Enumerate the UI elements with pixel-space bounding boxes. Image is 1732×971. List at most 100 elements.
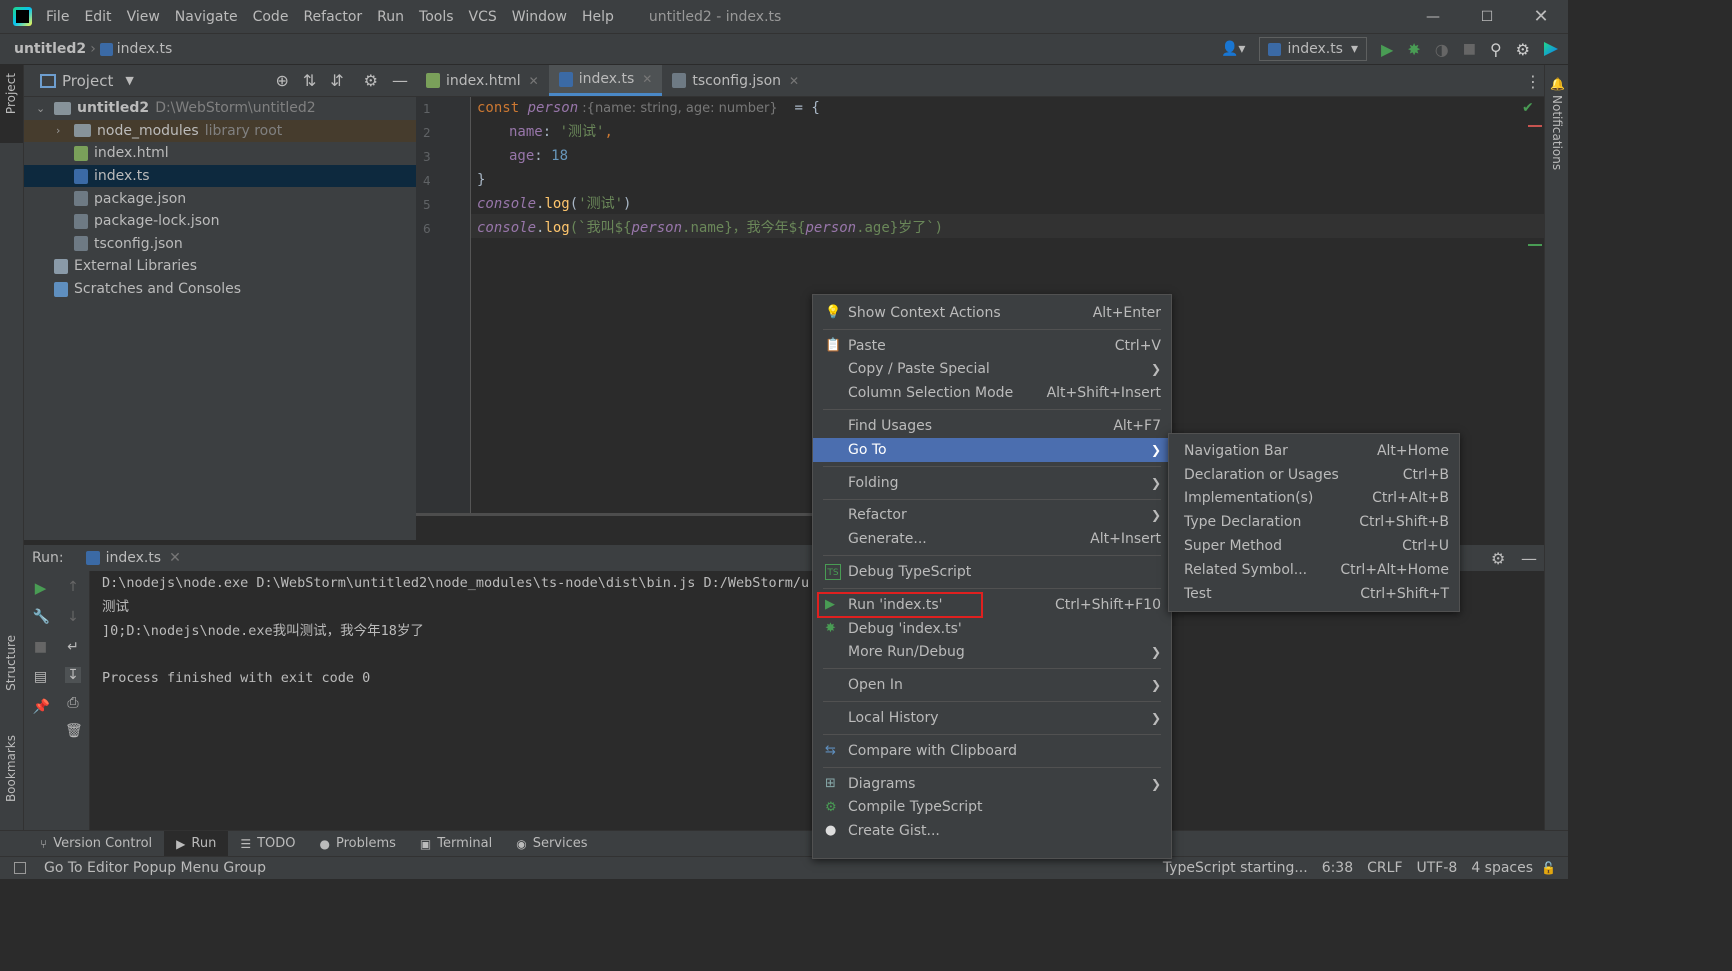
- maximize-button[interactable]: ☐: [1460, 9, 1514, 25]
- tree-item[interactable]: External Libraries: [24, 255, 416, 278]
- bottom-tab-version-control[interactable]: ⑂ Version Control: [28, 831, 164, 856]
- wrench-icon[interactable]: 🔧: [33, 609, 49, 625]
- tree-item[interactable]: Scratches and Consoles: [24, 278, 416, 301]
- more-options-icon[interactable]: ⋮: [1525, 72, 1541, 91]
- submenu-item-type-declaration[interactable]: Type Declaration Ctrl+Shift+B: [1169, 510, 1459, 534]
- menu-run[interactable]: Run: [377, 9, 404, 25]
- bell-icon[interactable]: 🔔: [1550, 77, 1565, 91]
- submenu-item-related-symbol[interactable]: Related Symbol... Ctrl+Alt+Home: [1169, 558, 1459, 582]
- bottom-tab-todo[interactable]: ☰ TODO: [228, 831, 307, 856]
- close-tab-icon[interactable]: ✕: [169, 550, 181, 566]
- stop-icon[interactable]: ■: [1463, 41, 1476, 57]
- expand-all-icon[interactable]: ⇅: [303, 71, 316, 90]
- menu-window[interactable]: Window: [512, 9, 567, 25]
- tree-item[interactable]: package-lock.json: [24, 210, 416, 233]
- submenu-item-declaration-or-usages[interactable]: Declaration or Usages Ctrl+B: [1169, 463, 1459, 487]
- status-item[interactable]: CRLF: [1367, 860, 1402, 876]
- menu-item-debug-index-ts[interactable]: ✸ Debug 'index.ts': [813, 617, 1171, 641]
- run-icon[interactable]: ▶: [1381, 40, 1393, 59]
- close-window-button[interactable]: ✕: [1514, 6, 1568, 27]
- minimize-button[interactable]: —: [1406, 9, 1460, 25]
- menu-navigate[interactable]: Navigate: [175, 9, 238, 25]
- menu-tools[interactable]: Tools: [419, 9, 454, 25]
- pin-icon[interactable]: 📌: [33, 699, 49, 715]
- menu-item-run-index-ts[interactable]: ▶ Run 'index.ts' Ctrl+Shift+F10: [813, 593, 1171, 617]
- bottom-tab-run[interactable]: ▶ Run: [164, 831, 228, 856]
- status-item[interactable]: 4 spaces: [1471, 860, 1533, 876]
- menu-item-copy-paste-special[interactable]: Copy / Paste Special ❯: [813, 358, 1171, 382]
- frame-icon[interactable]: [14, 862, 26, 874]
- menu-item-debug-typescript[interactable]: TS Debug TypeScript: [813, 560, 1171, 584]
- menu-item-show-context-actions[interactable]: 💡 Show Context Actions Alt+Enter: [813, 301, 1171, 325]
- menu-help[interactable]: Help: [582, 9, 614, 25]
- arrow-up-icon[interactable]: ↑: [65, 579, 81, 595]
- run-config-select[interactable]: index.ts ▾: [1259, 37, 1367, 61]
- editor-tab[interactable]: tsconfig.json ✕: [662, 65, 809, 96]
- menu-item-more-run-debug[interactable]: More Run/Debug ❯: [813, 641, 1171, 665]
- user-icon[interactable]: 👤▾: [1221, 41, 1245, 57]
- menu-vcs[interactable]: VCS: [469, 9, 497, 25]
- menu-item-compare-with-clipboard[interactable]: ⇆ Compare with Clipboard: [813, 739, 1171, 763]
- chevron-down-icon[interactable]: ▼: [125, 74, 133, 87]
- submenu-item-navigation-bar[interactable]: Navigation Bar Alt+Home: [1169, 439, 1459, 463]
- soft-wrap-icon[interactable]: ↵: [65, 639, 81, 655]
- tree-item[interactable]: ⌄ untitled2 D:\WebStorm\untitled2: [24, 97, 416, 120]
- hide-icon[interactable]: —: [392, 71, 408, 90]
- locate-icon[interactable]: ⊕: [275, 71, 288, 90]
- submenu-item-test[interactable]: Test Ctrl+Shift+T: [1169, 582, 1459, 606]
- menu-item-column-selection-mode[interactable]: Column Selection Mode Alt+Shift+Insert: [813, 381, 1171, 405]
- search-icon[interactable]: ⚲: [1490, 40, 1502, 59]
- chevron-down-icon[interactable]: ⌄: [36, 102, 50, 115]
- bottom-tab-services[interactable]: ◉ Services: [504, 831, 599, 856]
- project-panel-title[interactable]: Project: [62, 72, 113, 90]
- submenu-item-super-method[interactable]: Super Method Ctrl+U: [1169, 534, 1459, 558]
- coverage-icon[interactable]: ◑: [1435, 40, 1449, 59]
- menu-item-find-usages[interactable]: Find Usages Alt+F7: [813, 414, 1171, 438]
- chevron-right-icon[interactable]: ›: [56, 124, 70, 137]
- gear-icon[interactable]: ⚙: [1491, 549, 1505, 568]
- project-tool-tab[interactable]: Project: [0, 65, 23, 143]
- close-tab-icon[interactable]: ✕: [789, 74, 799, 88]
- bookmarks-tool-tab[interactable]: Bookmarks: [0, 735, 23, 820]
- status-item[interactable]: UTF-8: [1417, 860, 1458, 876]
- menu-code[interactable]: Code: [253, 9, 289, 25]
- structure-tool-tab[interactable]: Structure: [0, 635, 23, 715]
- menu-item-refactor[interactable]: Refactor ❯: [813, 504, 1171, 528]
- tree-item[interactable]: tsconfig.json: [24, 233, 416, 256]
- stop-icon[interactable]: ■: [33, 639, 49, 655]
- close-tab-icon[interactable]: ✕: [529, 74, 539, 88]
- jetbrains-icon[interactable]: [1544, 42, 1558, 56]
- rerun-icon[interactable]: ▶: [33, 579, 49, 595]
- menu-edit[interactable]: Edit: [84, 9, 111, 25]
- menu-item-compile-typescript[interactable]: ⚙ Compile TypeScript: [813, 796, 1171, 820]
- submenu-item-implementation-s[interactable]: Implementation(s) Ctrl+Alt+B: [1169, 487, 1459, 511]
- arrow-down-icon[interactable]: ↓: [65, 609, 81, 625]
- status-item[interactable]: 6:38: [1322, 860, 1353, 876]
- menu-item-go-to[interactable]: Go To ❯: [813, 438, 1171, 462]
- debug-icon[interactable]: ✸: [1407, 40, 1420, 59]
- editor-tab[interactable]: index.ts ✕: [549, 65, 663, 96]
- tree-item[interactable]: index.ts: [24, 165, 416, 188]
- gear-icon[interactable]: ⚙: [364, 71, 378, 90]
- menu-item-diagrams[interactable]: ⊞ Diagrams ❯: [813, 772, 1171, 796]
- menu-view[interactable]: View: [127, 9, 160, 25]
- menu-item-folding[interactable]: Folding ❯: [813, 471, 1171, 495]
- menu-file[interactable]: File: [46, 9, 69, 25]
- tree-item[interactable]: package.json: [24, 187, 416, 210]
- menu-item-create-gist[interactable]: ● Create Gist...: [813, 819, 1171, 843]
- tree-item[interactable]: › node_modules library root: [24, 120, 416, 143]
- lock-icon[interactable]: 🔓: [1541, 861, 1556, 875]
- menu-item-local-history[interactable]: Local History ❯: [813, 706, 1171, 730]
- breadcrumb-file[interactable]: index.ts: [117, 41, 173, 57]
- editor-tab[interactable]: index.html ✕: [416, 65, 549, 96]
- bottom-tab-problems[interactable]: ● Problems: [308, 831, 408, 856]
- run-tab[interactable]: index.ts ✕: [86, 550, 181, 566]
- notifications-tool-tab[interactable]: Notifications: [1545, 95, 1568, 205]
- close-tab-icon[interactable]: ✕: [642, 72, 652, 86]
- status-item[interactable]: TypeScript starting...: [1163, 860, 1308, 876]
- hide-icon[interactable]: —: [1521, 549, 1537, 568]
- editor-hscroll[interactable]: [416, 513, 816, 516]
- bottom-tab-terminal[interactable]: ▣ Terminal: [408, 831, 504, 856]
- scroll-to-end-icon[interactable]: ↧: [65, 667, 81, 683]
- menu-item-open-in[interactable]: Open In ❯: [813, 673, 1171, 697]
